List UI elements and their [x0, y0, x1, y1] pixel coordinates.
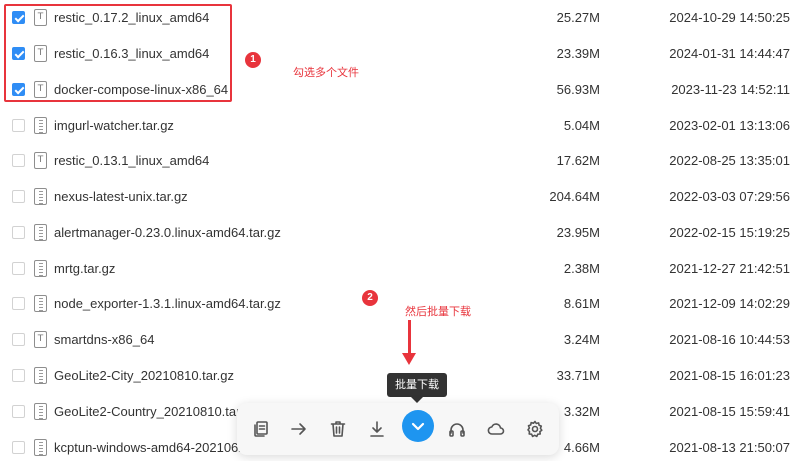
- file-modified-date: 2021-08-16 10:44:53: [669, 332, 790, 347]
- file-name[interactable]: alertmanager-0.23.0.linux-amd64.tar.gz: [54, 225, 281, 240]
- file-modified-date: 2022-03-03 07:29:56: [669, 189, 790, 204]
- settings-gear-icon: [527, 420, 543, 438]
- selection-highlight-box: [4, 4, 232, 102]
- file-modified-date: 2021-08-13 21:50:07: [669, 440, 790, 455]
- file-row[interactable]: Tsmartdns-x86_64 3.24M 2021-08-16 10:44:53: [0, 322, 800, 358]
- annotation-arrow-head: [402, 353, 416, 365]
- archive-file-icon: [34, 403, 47, 420]
- delete-button[interactable]: [324, 415, 352, 443]
- move-arrow-icon: [291, 423, 306, 435]
- download-button[interactable]: [363, 415, 391, 443]
- file-row[interactable]: nexus-latest-unix.tar.gz 204.64M 2022-03-0…: [0, 179, 800, 215]
- archive-file-icon: [34, 295, 47, 312]
- copy-icon: [254, 421, 268, 437]
- file-name[interactable]: GeoLite2-Country_20210810.tar.gz: [54, 404, 257, 419]
- file-size: 23.95M: [556, 225, 600, 240]
- file-modified-date: 2024-01-31 14:44:47: [669, 46, 790, 61]
- text-file-icon: T: [34, 331, 47, 348]
- file-size: 33.71M: [556, 368, 600, 383]
- file-name[interactable]: smartdns-x86_64: [54, 332, 154, 347]
- file-row[interactable]: imgurl-watcher.tar.gz 5.04M 2023-02-01 13:…: [0, 108, 800, 144]
- file-size: 204.64M: [549, 189, 600, 204]
- file-row[interactable]: alertmanager-0.23.0.linux-amd64.tar.gz 23…: [0, 215, 800, 251]
- file-row[interactable]: node_exporter-1.3.1.linux-amd64.tar.gz 8.…: [0, 286, 800, 322]
- file-size: 56.93M: [556, 82, 600, 97]
- archive-file-icon: [34, 224, 47, 241]
- archive-file-icon: [34, 260, 47, 277]
- copy-button[interactable]: [247, 415, 275, 443]
- cloud-button[interactable]: [482, 415, 510, 443]
- settings-button[interactable]: [521, 415, 549, 443]
- archive-file-icon: [34, 367, 47, 384]
- file-checkbox[interactable]: [12, 297, 25, 310]
- file-size: 25.27M: [556, 10, 600, 25]
- file-name[interactable]: mrtg.tar.gz: [54, 261, 115, 276]
- step-2-annotation: 然后批量下载: [405, 305, 471, 318]
- file-size: 8.61M: [563, 296, 600, 311]
- move-button[interactable]: [285, 415, 313, 443]
- file-checkbox[interactable]: [12, 154, 25, 167]
- file-name[interactable]: restic_0.13.1_linux_amd64: [54, 153, 209, 168]
- floating-toolbar: [237, 403, 559, 455]
- archive-file-icon: [34, 117, 47, 134]
- file-modified-date: 2022-02-15 15:19:25: [669, 225, 790, 240]
- cloud-icon: [487, 423, 505, 435]
- file-checkbox[interactable]: [12, 226, 25, 239]
- file-modified-date: 2021-08-15 16:01:23: [669, 368, 790, 383]
- annotation-arrow-line: [408, 320, 411, 356]
- file-size: 17.62M: [556, 153, 600, 168]
- file-size: 3.24M: [563, 332, 600, 347]
- batch-download-icon: [411, 422, 425, 431]
- file-modified-date: 2022-08-25 13:35:01: [669, 153, 790, 168]
- trash-icon: [330, 421, 346, 437]
- file-name[interactable]: kcptun-windows-amd64-2021062: [54, 440, 246, 455]
- file-modified-date: 2021-12-27 21:42:51: [669, 261, 790, 276]
- file-checkbox[interactable]: [12, 119, 25, 132]
- archive-file-icon: [34, 439, 47, 456]
- file-size: 23.39M: [556, 46, 600, 61]
- file-modified-date: 2023-11-23 14:52:11: [671, 82, 790, 97]
- file-modified-date: 2021-12-09 14:02:29: [669, 296, 790, 311]
- download-icon: [370, 421, 384, 437]
- file-row[interactable]: Trestic_0.13.1_linux_amd64 17.62M 2022-08-…: [0, 143, 800, 179]
- file-checkbox[interactable]: [12, 369, 25, 382]
- file-size: 3.32M: [563, 404, 600, 419]
- file-checkbox[interactable]: [12, 405, 25, 418]
- headphones-icon: [449, 423, 465, 437]
- file-checkbox[interactable]: [12, 190, 25, 203]
- file-modified-date: 2024-10-29 14:50:25: [669, 10, 790, 25]
- file-row[interactable]: mrtg.tar.gz 2.38M 2021-12-27 21:42:51: [0, 251, 800, 287]
- file-checkbox[interactable]: [12, 262, 25, 275]
- file-name[interactable]: imgurl-watcher.tar.gz: [54, 118, 174, 133]
- file-checkbox[interactable]: [12, 441, 25, 454]
- archive-file-icon: [34, 188, 47, 205]
- batch-download-tooltip: 批量下载: [387, 373, 447, 403]
- step-1-annotation: 勾选多个文件: [293, 66, 359, 79]
- text-file-icon: T: [34, 152, 47, 169]
- audio-button[interactable]: [443, 415, 471, 443]
- file-size: 4.66M: [563, 440, 600, 455]
- file-size: 2.38M: [563, 261, 600, 276]
- file-checkbox[interactable]: [12, 333, 25, 346]
- file-name[interactable]: GeoLite2-City_20210810.tar.gz: [54, 368, 234, 383]
- file-modified-date: 2023-02-01 13:13:06: [669, 118, 790, 133]
- file-name[interactable]: node_exporter-1.3.1.linux-amd64.tar.gz: [54, 296, 281, 311]
- batch-download-button[interactable]: [402, 410, 434, 442]
- file-name[interactable]: nexus-latest-unix.tar.gz: [54, 189, 188, 204]
- file-modified-date: 2021-08-15 15:59:41: [669, 404, 790, 419]
- step-2-badge: 2: [362, 290, 378, 306]
- file-size: 5.04M: [563, 118, 600, 133]
- step-1-badge: 1: [245, 52, 261, 68]
